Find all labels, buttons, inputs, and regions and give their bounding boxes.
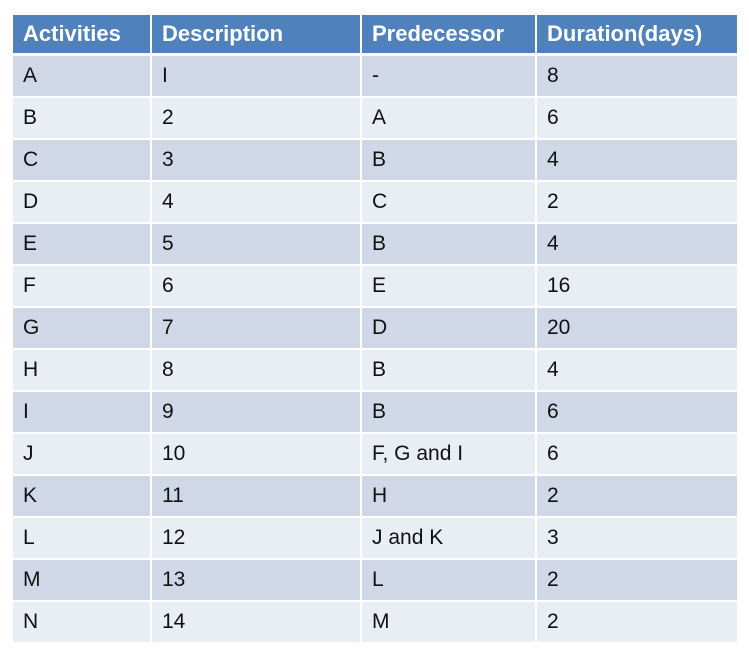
cell-activity: A: [11, 53, 152, 98]
cell-duration: 3: [535, 516, 739, 560]
cell-predecessor: -: [360, 53, 537, 98]
cell-description: I: [150, 53, 362, 98]
table-row: H8B4: [11, 348, 739, 392]
cell-description: 4: [150, 180, 362, 224]
cell-duration: 6: [535, 96, 739, 140]
header-predecessor: Predecessor: [360, 13, 537, 56]
cell-predecessor: D: [360, 306, 537, 350]
cell-description: 12: [150, 516, 362, 560]
header-duration: Duration(days): [535, 13, 739, 56]
cell-activity: F: [11, 264, 152, 308]
cell-description: 3: [150, 138, 362, 182]
cell-predecessor: B: [360, 390, 537, 434]
cell-activity: E: [11, 222, 152, 266]
activities-table: Activities Description Predecessor Durat…: [11, 13, 739, 644]
cell-activity: M: [11, 558, 152, 602]
cell-duration: 2: [535, 180, 739, 224]
table-row: B2A6: [11, 96, 739, 140]
header-description: Description: [150, 13, 362, 56]
table-row: G 7 D 20: [11, 306, 739, 350]
table-body: A I -8 B 2 A 6 C 3 B 4 D 4 C 2 E 5 B 4 F 6 E 16 G 7 D 20 H 8 B 4 I 9 B 6 J 1…: [11, 53, 739, 644]
table-row: C3B4: [11, 138, 739, 182]
table-row: F 6 E 16: [11, 264, 739, 308]
cell-duration: 4: [535, 138, 739, 182]
cell-description: 7: [150, 306, 362, 350]
cell-duration: 2: [535, 558, 739, 602]
cell-description: 8: [150, 348, 362, 392]
cell-description: 11: [150, 474, 362, 518]
cell-predecessor: F, G and I: [360, 432, 537, 476]
table-header-row: Activities Description Predecessor Durat…: [11, 13, 739, 56]
cell-predecessor: L: [360, 558, 537, 602]
table-row: D4C2: [11, 180, 739, 224]
cell-duration: 4: [535, 348, 739, 392]
cell-predecessor: J and K: [360, 516, 537, 560]
table-row: K 11 H 2: [11, 474, 739, 518]
cell-duration: 8: [535, 53, 739, 98]
cell-description: 2: [150, 96, 362, 140]
cell-activity: B: [11, 96, 152, 140]
cell-activity: L: [11, 516, 152, 560]
cell-predecessor: A: [360, 96, 537, 140]
cell-predecessor: C: [360, 180, 537, 224]
table-row: E5B4: [11, 222, 739, 266]
cell-description: 6: [150, 264, 362, 308]
cell-activity: D: [11, 180, 152, 224]
cell-description: 14: [150, 600, 362, 644]
cell-predecessor: H: [360, 474, 537, 518]
header-activities: Activities: [11, 13, 152, 56]
cell-predecessor: E: [360, 264, 537, 308]
table-row: I9B6: [11, 390, 739, 434]
cell-duration: 20: [535, 306, 739, 350]
table-row: L 12 J and K3: [11, 516, 739, 560]
table-row: M 13 L 2: [11, 558, 739, 602]
cell-activity: K: [11, 474, 152, 518]
table-row: AI-8: [11, 53, 739, 98]
cell-activity: J: [11, 432, 152, 476]
cell-description: 5: [150, 222, 362, 266]
cell-predecessor: M: [360, 600, 537, 644]
cell-duration: 6: [535, 390, 739, 434]
cell-activity: I: [11, 390, 152, 434]
table-row: J 10 F, G and I6: [11, 432, 739, 476]
cell-duration: 2: [535, 474, 739, 518]
cell-activity: N: [11, 600, 152, 644]
cell-duration: 2: [535, 600, 739, 644]
cell-duration: 4: [535, 222, 739, 266]
cell-description: 10: [150, 432, 362, 476]
cell-activity: H: [11, 348, 152, 392]
table-row: N 14 M 2: [11, 600, 739, 644]
cell-duration: 6: [535, 432, 739, 476]
cell-duration: 16: [535, 264, 739, 308]
cell-activity: G: [11, 306, 152, 350]
cell-activity: C: [11, 138, 152, 182]
cell-description: 13: [150, 558, 362, 602]
cell-predecessor: B: [360, 138, 537, 182]
cell-description: 9: [150, 390, 362, 434]
cell-predecessor: B: [360, 222, 537, 266]
cell-predecessor: B: [360, 348, 537, 392]
